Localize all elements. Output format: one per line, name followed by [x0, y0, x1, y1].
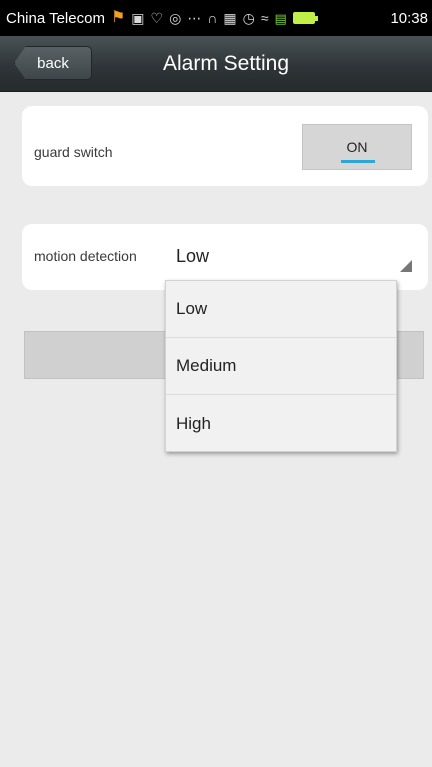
toggle-state-label: ON — [346, 139, 368, 155]
screen-icon: ▦ — [223, 10, 237, 26]
wifi-icon: ≈ — [260, 10, 269, 26]
toggle-indicator — [341, 160, 375, 163]
guard-switch-toggle[interactable]: ON — [302, 124, 412, 170]
sensitivity-dropdown: Low Medium High — [165, 280, 397, 452]
dropdown-option-high[interactable]: High — [166, 395, 396, 452]
dropdown-option-medium[interactable]: Medium — [166, 338, 396, 395]
image-icon: ▣ — [131, 10, 145, 26]
status-icons: ⚑ ▣ ♡ ◎ ⋯ ∩ ▦ ◷ ≈ ▤ — [111, 10, 383, 26]
alarm-icon: ◷ — [242, 10, 255, 26]
title-bar: Alarm Setting back — [0, 36, 432, 92]
signal-icon: ▤ — [274, 10, 287, 26]
motion-detection-label: motion detection — [34, 248, 137, 264]
message-icon: ◎ — [169, 10, 182, 26]
more-icon: ⋯ — [187, 10, 202, 26]
back-button[interactable]: back — [14, 46, 92, 80]
motion-detection-select[interactable]: Low — [176, 246, 209, 267]
clock: 10:38 — [390, 9, 428, 27]
dropdown-arrow-icon — [400, 260, 412, 272]
status-bar: China Telecom ⚑ ▣ ♡ ◎ ⋯ ∩ ▦ ◷ ≈ ▤ 10:38 — [0, 0, 432, 36]
flag-icon: ⚑ — [110, 9, 126, 26]
battery-icon — [292, 12, 318, 24]
headset-icon: ∩ — [207, 10, 218, 26]
carrier-label: China Telecom — [6, 9, 105, 27]
guard-switch-row: guard switch ON — [22, 106, 428, 186]
dropdown-option-low[interactable]: Low — [166, 281, 396, 338]
heart-icon: ♡ — [150, 10, 164, 26]
guard-switch-label: guard switch — [34, 144, 113, 160]
